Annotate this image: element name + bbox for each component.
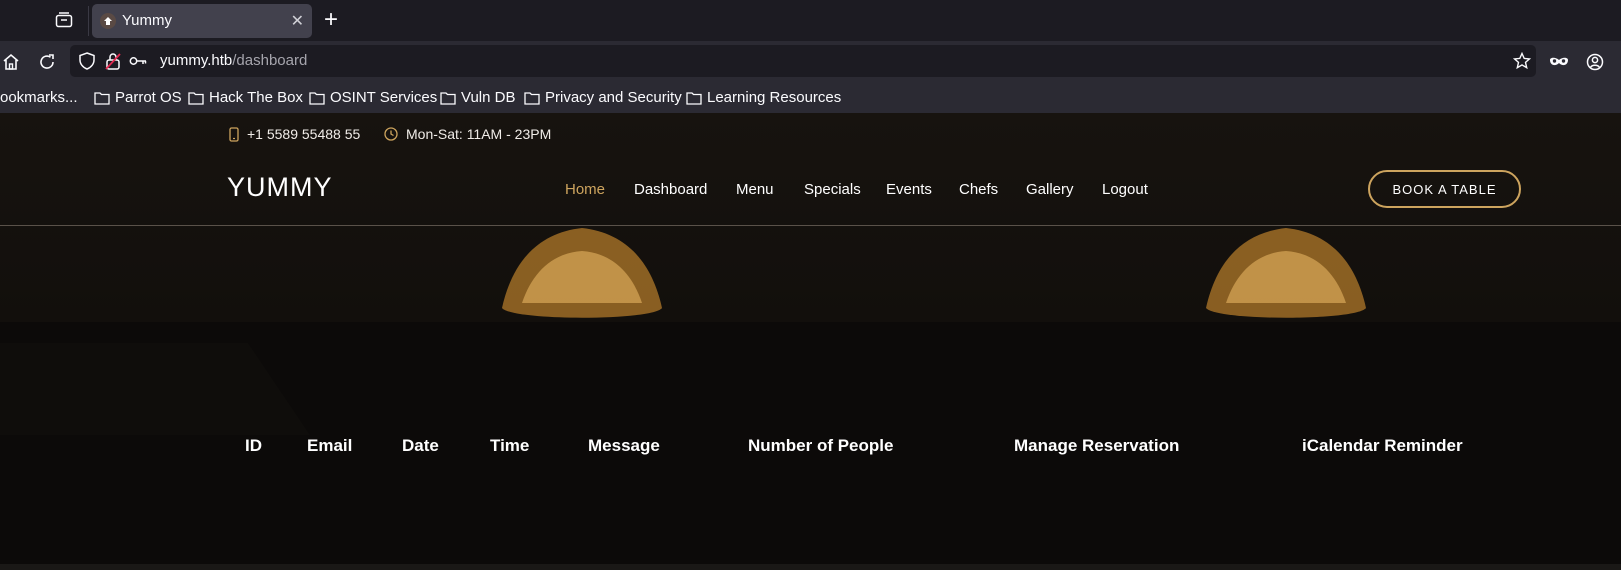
key-icon[interactable] (128, 51, 148, 71)
clock-icon (384, 127, 398, 141)
column-header-id: ID (245, 436, 262, 455)
bookmark-folder-hack-the-box[interactable]: Hack The Box (188, 89, 303, 106)
home-icon[interactable] (1, 52, 21, 72)
tab-overview-icon[interactable] (52, 9, 76, 31)
column-header-time: Time (490, 436, 530, 455)
new-tab-icon[interactable]: + (324, 5, 338, 35)
pendant-lamp-image (502, 228, 662, 318)
page-bottom-edge (0, 564, 1621, 570)
account-icon[interactable] (1585, 52, 1605, 72)
close-tab-icon[interactable]: ✕ (291, 11, 304, 31)
bookmark-label: Parrot OS (115, 89, 182, 106)
bookmark-other-bookmarks[interactable]: ookmarks... (0, 89, 78, 106)
nav-gallery[interactable]: Gallery (1026, 181, 1074, 198)
tab-divider (88, 6, 89, 36)
contact-hours: Mon-Sat: 11AM - 23PM (384, 126, 551, 142)
address-bar[interactable]: yummy.htb/dashboard (70, 45, 1536, 77)
bookmark-folder-privacy-and-security[interactable]: Privacy and Security (524, 89, 682, 106)
pendant-lamp-image (1206, 228, 1366, 318)
book-a-table-button[interactable]: BOOK A TABLE (1368, 170, 1521, 208)
nav-menu[interactable]: Menu (736, 181, 774, 198)
contact-phone: +1 5589 55488 55 (229, 126, 360, 142)
column-header-number-of-people: Number of People (748, 436, 894, 455)
url-host: yummy.htb (160, 52, 233, 69)
phone-icon (229, 126, 239, 142)
folder-icon (188, 91, 204, 105)
tab-title: Yummy (122, 12, 173, 29)
folder-icon (94, 91, 110, 105)
bookmark-folder-osint-services[interactable]: OSINT Services (309, 89, 437, 106)
bookmark-label: OSINT Services (330, 89, 438, 106)
favicon-icon (100, 13, 116, 29)
url-text[interactable]: yummy.htb/dashboard (160, 52, 307, 69)
bookmark-label: Vuln DB (461, 89, 516, 106)
bookmark-label: Hack The Box (209, 89, 303, 106)
bookmarks-toolbar: ookmarks... Parrot OS Hack The Box OSINT… (0, 83, 1621, 114)
nav-chefs[interactable]: Chefs (959, 181, 998, 198)
nav-specials[interactable]: Specials (804, 181, 861, 198)
folder-icon (524, 91, 540, 105)
nav-logout[interactable]: Logout (1102, 181, 1148, 198)
insecure-lock-icon[interactable] (103, 51, 123, 71)
private-browsing-icon[interactable] (1549, 52, 1569, 72)
bookmark-folder-learning-resources[interactable]: Learning Resources (686, 89, 841, 106)
reload-icon[interactable] (37, 52, 57, 72)
shield-icon[interactable] (77, 51, 97, 71)
column-header-icalendar-reminder: iCalendar Reminder (1302, 436, 1463, 455)
url-path: /dashboard (232, 52, 308, 69)
opening-hours: Mon-Sat: 11AM - 23PM (406, 126, 552, 142)
bookmark-label: ookmarks... (0, 89, 78, 106)
column-header-date: Date (402, 436, 439, 455)
phone-number: +1 5589 55488 55 (247, 126, 361, 142)
nav-dashboard[interactable]: Dashboard (634, 181, 707, 198)
folder-icon (309, 91, 325, 105)
browser-navigation-bar: yummy.htb/dashboard (0, 41, 1621, 83)
bookmark-label: Privacy and Security (545, 89, 682, 106)
column-header-message: Message (588, 436, 660, 455)
browser-tab-strip: Yummy ✕ + (0, 0, 1621, 41)
bookmark-folder-vuln-db[interactable]: Vuln DB (440, 89, 515, 106)
bookmark-label: Learning Resources (707, 89, 842, 106)
folder-icon (440, 91, 456, 105)
browser-tab[interactable]: Yummy ✕ (92, 4, 312, 38)
bookmark-folder-parrot-os[interactable]: Parrot OS (94, 89, 182, 106)
header-divider (0, 225, 1621, 226)
column-header-email: Email (307, 436, 353, 455)
site-logo[interactable]: YUMMY (227, 172, 333, 203)
hero-shadow (0, 343, 310, 435)
hero-background-image (0, 113, 1621, 435)
nav-home[interactable]: Home (565, 181, 605, 198)
folder-icon (686, 91, 702, 105)
nav-events[interactable]: Events (886, 181, 932, 198)
column-header-manage-reservation: Manage Reservation (1014, 436, 1180, 455)
bookmark-star-icon[interactable] (1512, 51, 1532, 71)
